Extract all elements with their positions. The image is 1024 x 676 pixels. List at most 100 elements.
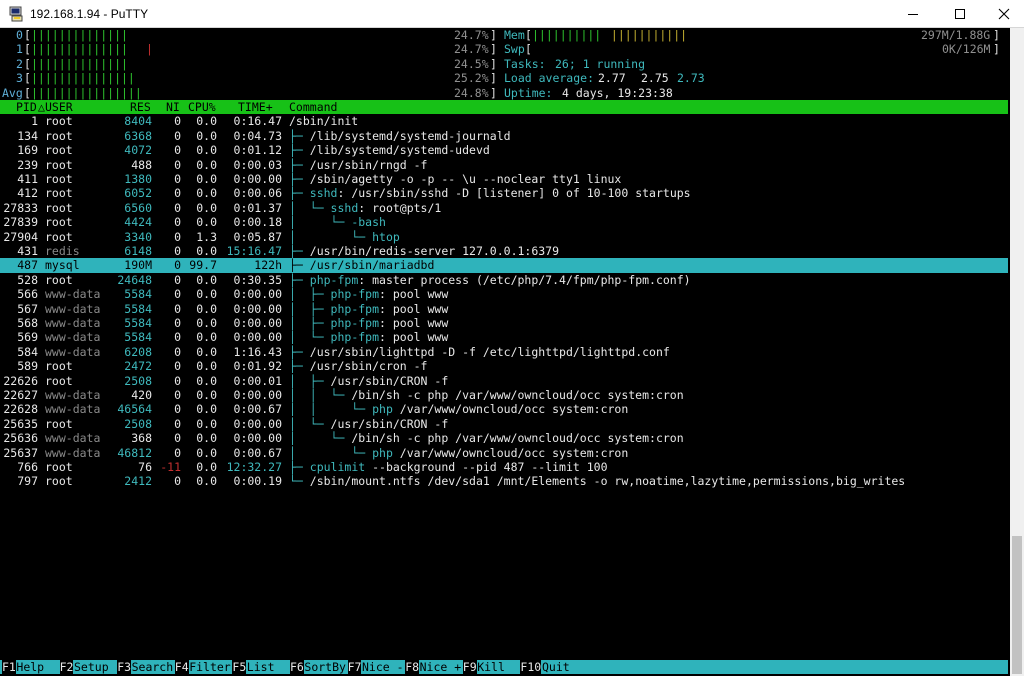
window-title: 192.168.1.94 - PuTTY (30, 7, 149, 21)
process-row[interactable]: 566 www-data 5584 0 0.0 0:00.00 │ ├─ php-fpm: … (0, 287, 1008, 301)
pid: 566 (17, 287, 38, 302)
fkey-label-filter[interactable]: Filter (189, 660, 231, 674)
fkey-label-nice[interactable]: Nice + (420, 660, 462, 674)
col-res[interactable]: RES (130, 100, 151, 114)
command: │ ├─ php-fpm: pool www (289, 287, 448, 301)
nice: 0 (174, 301, 181, 316)
executable-name: php-fpm (330, 316, 380, 330)
process-row[interactable]: 528 root 24648 0 0.0 0:30.35 ├─ php-fpm: maste… (0, 273, 1008, 287)
close-button[interactable] (984, 0, 1024, 28)
col-time[interactable]: TIME+ (238, 100, 273, 114)
fkey-label-list[interactable]: List (247, 660, 275, 674)
cpu-percent: 0.0 (196, 200, 217, 215)
process-row[interactable]: 766 root 76 -11 0.0 12:32.27 ├─ cpulimit --bac… (0, 460, 1008, 474)
mem-value: 297M/1.88G (921, 28, 991, 42)
cpu-percent: 0.0 (196, 215, 217, 230)
command: │ ├─ php-fpm: pool www (289, 302, 448, 316)
res: 4072 (124, 143, 152, 158)
process-row[interactable]: 568 www-data 5584 0 0.0 0:00.00 │ ├─ php-fpm: … (0, 316, 1008, 330)
process-row[interactable]: 22626 root 2508 0 0.0 0:00.01 │ ├─ /usr/sbin/C… (0, 374, 1008, 388)
process-row[interactable]: 22627 www-data 420 0 0.0 0:00.00 │ │ └─ /bin/s… (0, 388, 1008, 402)
fkey-f8[interactable]: F8 (405, 660, 420, 675)
process-row[interactable]: 584 www-data 6208 0 0.0 1:16.43 ├─ /usr/sbin/l… (0, 345, 1008, 359)
pid: 797 (17, 474, 38, 489)
process-row[interactable]: 169 root 4072 0 0.0 0:01.12 ├─ /lib/systemd/sy… (0, 143, 1008, 157)
col-pid[interactable]: PID (16, 100, 37, 114)
maximize-button[interactable] (937, 0, 983, 28)
user: www-data (45, 330, 101, 345)
terminal-area[interactable]: 0 [ |||||||||||||| 24.7% ] Mem [ |||||||… (0, 28, 1010, 676)
process-row[interactable]: 797 root 2412 0 0.0 0:00.19 └─ /sbin/mount.ntf… (0, 474, 1008, 488)
command-args: /sbin/init (289, 114, 359, 129)
process-row[interactable]: 431 redis 6148 0 0.0 15:16.47 ├─ /usr/bin/redi… (0, 244, 1008, 258)
process-row[interactable]: 27833 root 6560 0 0.0 0:01.37 │ └─ sshd: root@… (0, 201, 1008, 215)
fkey-label-kill[interactable]: Kill (477, 660, 505, 674)
process-row[interactable]: 25637 www-data 46812 0 0.0 0:00.67 │ └─ php /v… (0, 446, 1008, 460)
user: root (45, 172, 73, 186)
col-user[interactable]: USER (45, 100, 73, 114)
process-row[interactable]: 27839 root 4424 0 0.0 0:00.18 │ └─ -bash (0, 215, 1008, 229)
minimize-button[interactable] (890, 0, 936, 28)
fkey-label-quit[interactable]: Quit (542, 660, 570, 674)
pid: 431 (17, 244, 38, 258)
process-row[interactable]: 25635 root 2508 0 0.0 0:00.00 │ └─ /usr/sbin/C… (0, 417, 1008, 431)
process-row[interactable]: 589 root 2472 0 0.0 0:01.92 ├─ /usr/sbin/cron … (0, 359, 1008, 373)
fkey-f5[interactable]: F5 (232, 660, 247, 675)
user: www-data (45, 388, 101, 402)
fkey-f2[interactable]: F2 (59, 660, 74, 675)
process-row[interactable]: 25636 www-data 368 0 0.0 0:00.00 │ └─ /bin/sh … (0, 431, 1008, 445)
title-bar[interactable]: 192.168.1.94 - PuTTY (0, 0, 1024, 28)
fkey-label-sortby[interactable]: SortBy (304, 660, 346, 674)
cpu-percent: 0.0 (196, 402, 217, 417)
process-row[interactable]: 567 www-data 5584 0 0.0 0:00.00 │ ├─ php-fpm: … (0, 302, 1008, 316)
pid: 567 (17, 301, 38, 316)
fkey-f9[interactable]: F9 (462, 660, 477, 675)
cpu-percent: 24.5% (454, 56, 489, 71)
fkey-label-setup[interactable]: Setup (74, 660, 109, 674)
scrollbar-thumb[interactable] (1012, 536, 1022, 674)
pid: 27839 (3, 215, 38, 230)
tree-branch: ├─ (289, 344, 310, 359)
col-cpu[interactable]: CPU% (188, 100, 216, 114)
process-row[interactable]: 569 www-data 5584 0 0.0 0:00.00 │ └─ php-fpm: … (0, 330, 1008, 344)
fkey-f3[interactable]: F3 (117, 660, 132, 675)
process-row[interactable]: 134 root 6368 0 0.0 0:04.73 ├─ /lib/systemd/sy… (0, 129, 1008, 143)
swp-label: Swp (504, 42, 525, 57)
fkey-f6[interactable]: F6 (290, 660, 304, 675)
cpu-percent: 0.0 (196, 272, 217, 287)
cpu-label: 3 (16, 71, 23, 86)
user: root (45, 215, 73, 230)
pid: 239 (17, 157, 38, 172)
col-ni[interactable]: NI (166, 100, 180, 114)
res: 76 (138, 460, 152, 474)
fkey-label-search[interactable]: Search (132, 660, 174, 674)
command: ├─ /lib/systemd/systemd-udevd (289, 143, 490, 157)
user: root (45, 229, 73, 244)
fkey-f10[interactable]: F10 (520, 660, 542, 675)
res: 5584 (124, 316, 152, 330)
nice: 0 (174, 272, 181, 287)
fkey-label-help[interactable]: Help (16, 660, 44, 674)
process-column-header[interactable]: PID △ USER RES NI CPU% TIME+ Command (0, 100, 1008, 115)
scrollbar[interactable] (1010, 28, 1024, 676)
fkey-f7[interactable]: F7 (347, 660, 362, 675)
process-row-selected[interactable]: 487 mysql 190M 0 99.7 122h ├─ /usr/sbin/mariad… (0, 258, 1008, 273)
process-row[interactable]: 239 root 488 0 0.0 0:00.03 ├─ /usr/sbin/rngd -… (0, 158, 1008, 172)
process-row[interactable]: 27904 root 3340 0 1.3 0:05.87 │ └─ htop (0, 230, 1008, 244)
res: 5584 (124, 301, 152, 316)
user: www-data (45, 431, 101, 446)
fkey-f1[interactable]: F1 (2, 660, 16, 675)
process-row[interactable]: 22628 www-data 46564 0 0.0 0:00.67 │ │ └─ php … (0, 402, 1008, 416)
process-row[interactable]: 412 root 6052 0 0.0 0:00.06 ├─ sshd: /usr/sbin… (0, 186, 1008, 200)
nice: 0 (174, 229, 181, 244)
process-row[interactable]: 1 root 8404 0 0.0 0:16.47/sbin/init (0, 114, 1008, 128)
fkey-label-nice[interactable]: Nice - (362, 660, 404, 674)
tasks-value: 26; 1 running (555, 56, 646, 71)
process-row[interactable]: 411 root 1380 0 0.0 0:00.00 ├─ /sbin/agetty -o… (0, 172, 1008, 186)
fkey-f4[interactable]: F4 (174, 660, 189, 675)
res: 368 (131, 431, 152, 446)
command: │ └─ -bash (289, 215, 386, 229)
res: 6368 (124, 128, 152, 143)
col-command[interactable]: Command (289, 100, 337, 114)
nice: 0 (174, 373, 181, 388)
